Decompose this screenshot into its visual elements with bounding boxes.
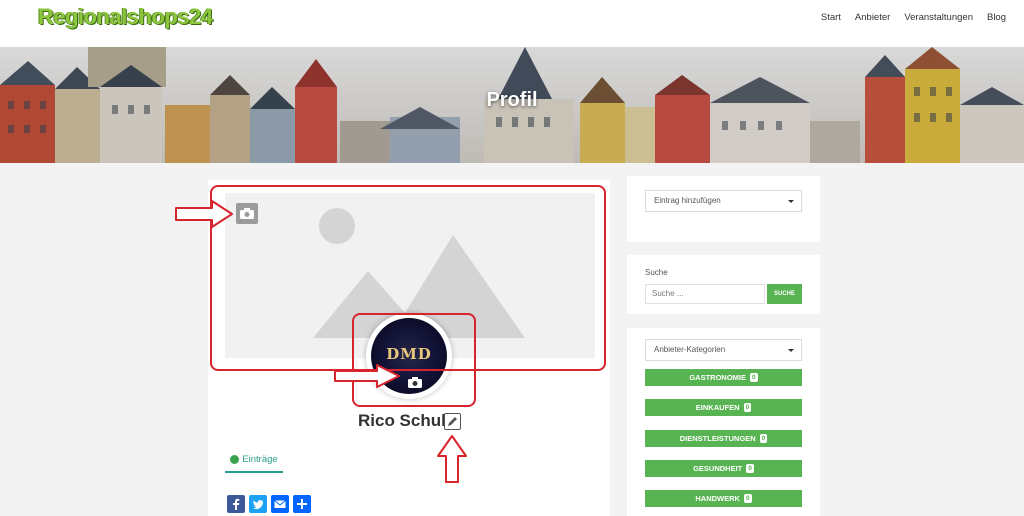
- category-button-gastronomie[interactable]: GASTRONOMIE 0: [645, 369, 802, 386]
- search-button[interactable]: SUCHE: [767, 284, 802, 304]
- chevron-down-icon: [788, 349, 794, 352]
- page: Regionalshops24 Start Anbieter Veranstal…: [0, 0, 1024, 516]
- globe-icon: [230, 454, 240, 464]
- category-label: HANDWERK: [695, 494, 740, 503]
- entry-select[interactable]: Eintrag hinzufügen: [645, 190, 802, 212]
- share-facebook-button[interactable]: [227, 495, 245, 513]
- nav-start[interactable]: Start: [821, 12, 841, 23]
- tab-label: Einträge: [242, 453, 278, 465]
- email-icon: [274, 500, 286, 508]
- page-banner: Profil: [0, 47, 1024, 163]
- nav-blog[interactable]: Blog: [987, 12, 1006, 23]
- profile-name: Rico Schulz: [358, 411, 455, 430]
- pencil-icon: [448, 417, 457, 426]
- edit-name-button[interactable]: [444, 413, 461, 430]
- annotation-arrow-up-icon: [437, 435, 467, 483]
- twitter-icon: [252, 500, 264, 510]
- search-widget-title: Suche: [645, 268, 668, 277]
- category-count: 0: [743, 403, 752, 412]
- category-count: 0: [746, 464, 754, 473]
- main-nav: Start Anbieter Veranstaltungen Blog: [821, 12, 1006, 23]
- category-button-handwerk[interactable]: HANDWERK 0: [645, 490, 802, 507]
- category-button-dienstleistungen[interactable]: DIENSTLEISTUNGEN 0: [645, 430, 802, 447]
- category-count: 0: [743, 494, 752, 503]
- share-more-button[interactable]: [293, 495, 311, 513]
- category-select-value: Anbieter-Kategorien: [654, 345, 726, 354]
- category-select[interactable]: Anbieter-Kategorien: [645, 339, 802, 361]
- category-button-einkaufen[interactable]: EINKAUFEN 0: [645, 399, 802, 416]
- nav-anbieter[interactable]: Anbieter: [855, 12, 890, 23]
- category-label: EINKAUFEN: [695, 403, 740, 412]
- category-label: GESUNDHEIT: [693, 464, 743, 473]
- category-button-gesundheit[interactable]: GESUNDHEIT 0: [645, 460, 802, 477]
- annotation-arrow-right-icon: [334, 364, 400, 388]
- chevron-down-icon: [788, 200, 794, 203]
- category-count: 0: [750, 373, 758, 382]
- page-title: Profil: [486, 89, 538, 111]
- tab-eintraege[interactable]: Einträge: [225, 447, 283, 473]
- facebook-icon: [233, 498, 240, 510]
- plus-icon: [297, 499, 307, 509]
- share-twitter-button[interactable]: [249, 495, 267, 513]
- category-label: DIENSTLEISTUNGEN: [679, 434, 756, 443]
- nav-veranstaltungen[interactable]: Veranstaltungen: [904, 12, 973, 23]
- share-email-button[interactable]: [271, 495, 289, 513]
- entry-select-value: Eintrag hinzufügen: [654, 196, 721, 205]
- annotation-arrow-right-icon: [175, 200, 233, 228]
- category-label: GASTRONOMIE: [689, 373, 747, 382]
- annotation-box-avatar: [352, 313, 476, 407]
- site-header: Regionalshops24 Start Anbieter Veranstal…: [0, 0, 1024, 47]
- category-count: 0: [759, 434, 768, 443]
- site-logo[interactable]: Regionalshops24: [38, 4, 213, 30]
- search-input[interactable]: Suche ...: [645, 284, 765, 304]
